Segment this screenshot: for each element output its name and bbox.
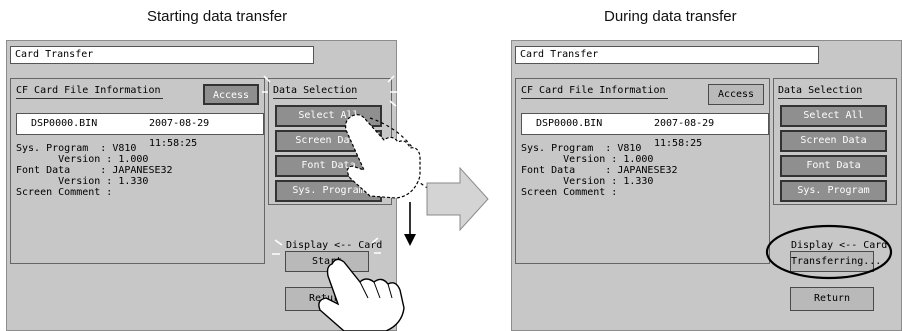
data-selection-heading: Data Selection [273, 85, 358, 96]
caption-during: During data transfer [604, 8, 737, 25]
right-arrow-icon [426, 166, 489, 232]
file-entry-row[interactable]: DSP0000.BIN 2007-08-29 11:58:25 [16, 113, 264, 149]
screen-data-button[interactable]: Screen Data [275, 130, 382, 152]
file-details: Sys. Program : V810 Version : 1.000 Font… [16, 143, 173, 198]
file-info-group: CF Card File Information Access DSP0000.… [10, 78, 265, 264]
transfer-direction-label: Display <-- Card [791, 240, 888, 251]
data-selection-group: Data Selection Select All Screen Data Fo… [268, 78, 392, 205]
return-button[interactable]: Return [285, 287, 369, 311]
sys-program-button[interactable]: Sys. Program [275, 180, 382, 202]
file-info-group: CF Card File Information Access DSP0000.… [515, 78, 770, 264]
caption-starting: Starting data transfer [147, 8, 288, 25]
sys-program-button[interactable]: Sys. Program [780, 180, 887, 202]
file-details: Sys. Program : V810 Version : 1.000 Font… [521, 143, 678, 198]
file-info-heading: CF Card File Information [16, 85, 161, 96]
heading-underline [521, 98, 668, 99]
return-button[interactable]: Return [790, 287, 874, 311]
window-title: Card Transfer [515, 46, 819, 64]
access-button[interactable]: Access [203, 84, 259, 105]
heading-underline [778, 98, 862, 99]
file-info-heading: CF Card File Information [521, 85, 666, 96]
transfer-direction-label: Display <-- Card [286, 240, 383, 251]
transferring-button[interactable]: Transferring... [790, 251, 881, 272]
data-selection-group: Data Selection Select All Screen Data Fo… [773, 78, 897, 205]
data-selection-heading: Data Selection [778, 85, 863, 96]
file-entry-row[interactable]: DSP0000.BIN 2007-08-29 11:58:25 [521, 113, 769, 149]
access-button[interactable]: Access [708, 84, 764, 105]
heading-underline [16, 98, 163, 99]
heading-underline [273, 98, 357, 99]
font-data-button[interactable]: Font Data [780, 155, 887, 177]
select-all-button[interactable]: Select All [780, 105, 887, 127]
font-data-button[interactable]: Font Data [275, 155, 382, 177]
card-transfer-screen-starting: Card Transfer CF Card File Information A… [6, 40, 397, 331]
file-name: DSP0000.BIN [536, 118, 603, 129]
down-arrow-icon [404, 202, 416, 246]
start-button[interactable]: Start [285, 251, 369, 272]
file-name: DSP0000.BIN [31, 118, 98, 129]
screen-data-button[interactable]: Screen Data [780, 130, 887, 152]
card-transfer-screen-during: Card Transfer CF Card File Information A… [511, 40, 902, 331]
select-all-button[interactable]: Select All [275, 105, 382, 127]
window-title: Card Transfer [10, 46, 314, 64]
